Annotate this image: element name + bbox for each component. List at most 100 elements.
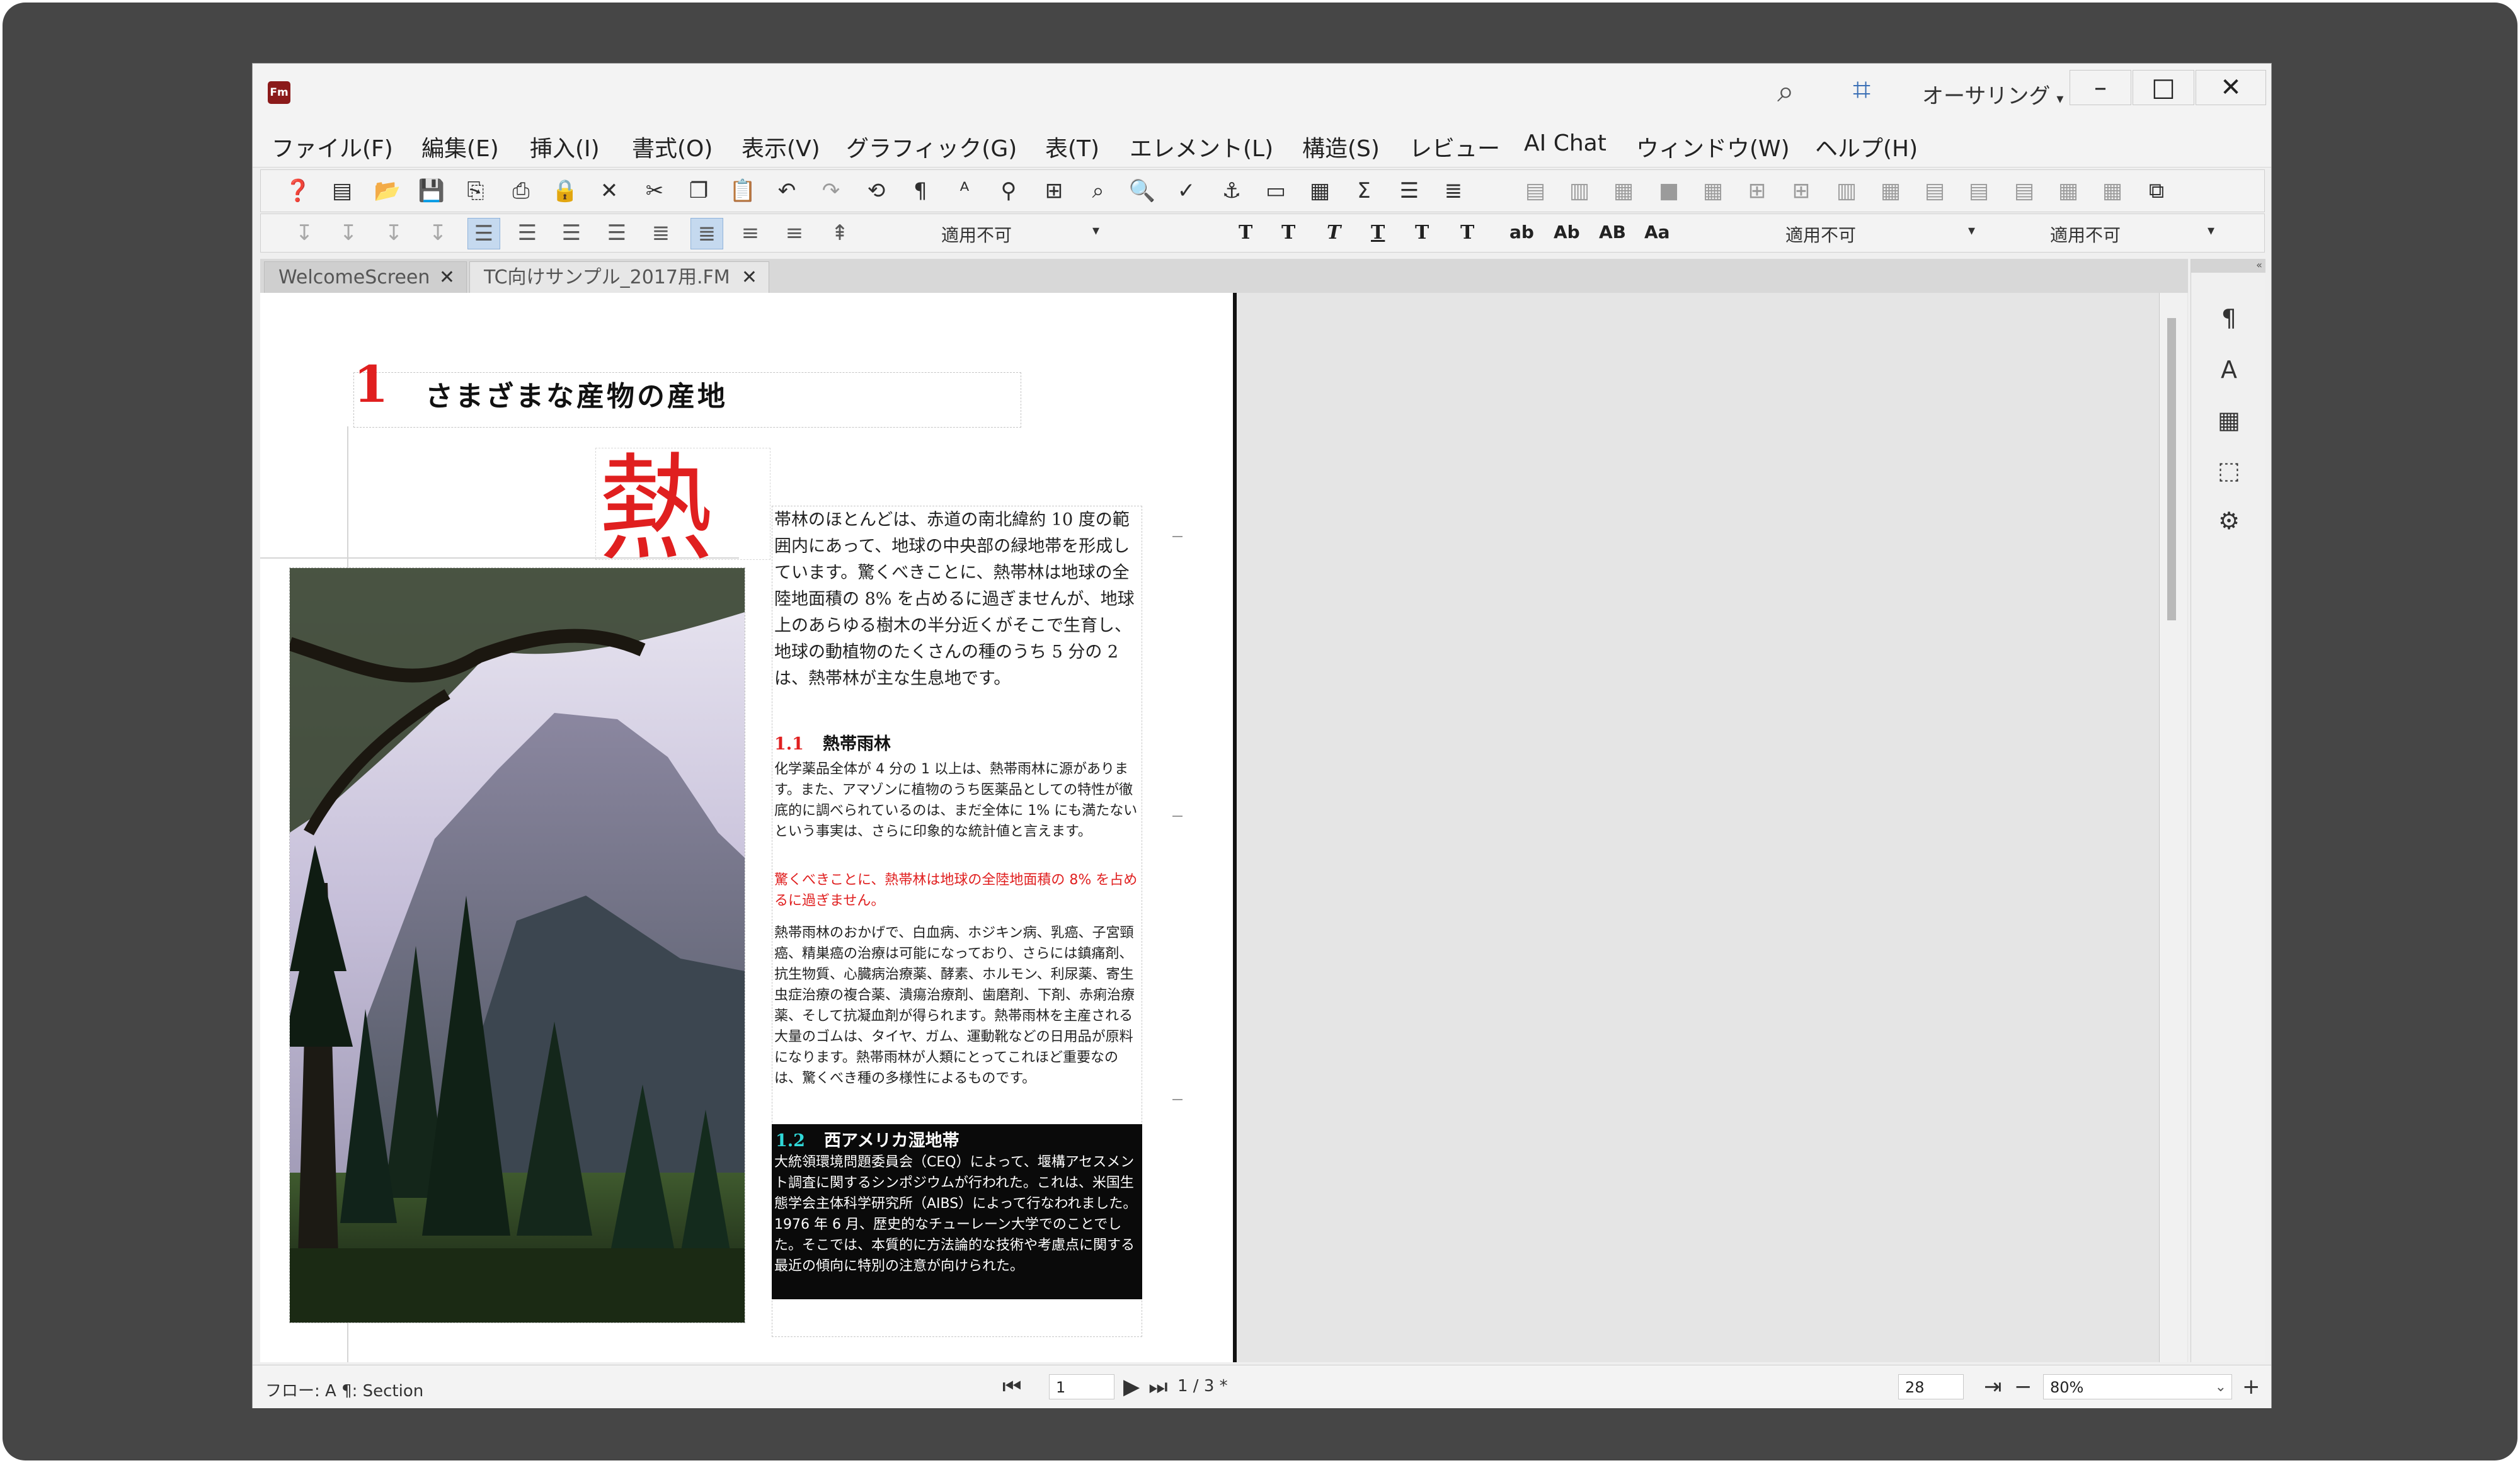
zoom-dropdown[interactable]: 80% ⌄ <box>2043 1374 2232 1399</box>
text-subscript-button[interactable]: T <box>1460 222 1474 244</box>
paragraph-designer-icon[interactable]: ¶ <box>905 175 936 207</box>
character-style-dropdown[interactable]: 適用不可 ▾ <box>1785 222 1993 247</box>
change-case-button[interactable]: Aa <box>1644 222 1670 242</box>
spell-check-icon[interactable]: ✓ <box>1171 175 1202 207</box>
menu-help[interactable]: ヘルプ(H) <box>1815 130 1918 163</box>
variable-icon[interactable]: ☰ <box>1394 175 1425 207</box>
maximize-button[interactable]: □ <box>2133 70 2194 105</box>
line-spacing-2-icon[interactable]: ≣ <box>690 218 723 249</box>
body-paragraph-small[interactable]: 熱帯雨林のおかげで、白血病、ホジキン病、乳癌、子宮頸癌、精巣癌の治療は可能になっ… <box>774 923 1140 1089</box>
help-icon[interactable]: ❓ <box>282 175 314 207</box>
page-number-input[interactable]: 1 <box>1049 1374 1114 1399</box>
save-icon[interactable]: 💾 <box>416 175 447 207</box>
drop-cap[interactable]: 熱 <box>598 452 714 567</box>
space-above-icon[interactable]: ⇞ <box>824 218 856 248</box>
table-fill-icon[interactable]: ■ <box>1653 175 1685 207</box>
repeat-icon[interactable]: ⟲ <box>861 175 892 207</box>
find-replace-icon[interactable]: 🔍 <box>1126 175 1158 207</box>
lowercase-button[interactable]: ab <box>1509 222 1534 242</box>
table-straddle-icon[interactable]: ▦ <box>1875 175 1906 207</box>
indent-down-4-icon[interactable]: ↧ <box>422 218 454 248</box>
text-plain-button[interactable]: T <box>1239 222 1252 244</box>
align-right-icon[interactable]: ☰ <box>556 218 587 248</box>
text-bold-button[interactable]: T <box>1281 222 1295 244</box>
zoom-field[interactable]: 28 <box>1898 1374 1964 1399</box>
print-icon[interactable]: ⎙ <box>505 175 537 207</box>
menu-structure[interactable]: 構造(S) <box>1302 130 1380 163</box>
indent-down-2-icon[interactable]: ↧ <box>333 218 364 248</box>
indent-down-1-icon[interactable]: ↧ <box>289 218 320 248</box>
text-underline-button[interactable]: T <box>1371 222 1385 244</box>
last-page-icon[interactable]: ⏭ <box>1148 1374 1168 1399</box>
document-area[interactable]: 1 さまざまな産物の産地 熱 帯林のほとんどは、赤道の南北緯約 10 度の範囲内… <box>260 293 2188 1362</box>
convert-table-icon[interactable]: ⧉ <box>2141 175 2172 207</box>
paste-icon[interactable]: 📋 <box>727 175 759 207</box>
next-page-icon[interactable]: ▶ <box>1123 1374 1140 1399</box>
fit-page-icon[interactable]: ⇥ <box>1984 1374 2002 1399</box>
zoom-in-icon[interactable]: + <box>2242 1374 2260 1399</box>
line-spacing-1-icon[interactable]: ≣ <box>645 218 677 248</box>
paragraph-style-dropdown[interactable]: 適用不可 ▾ <box>941 222 1124 247</box>
equation-icon[interactable]: Σ <box>1348 175 1380 207</box>
object-style-icon[interactable]: ⬚ <box>2211 452 2247 489</box>
close-button[interactable]: ✕ <box>2196 70 2266 105</box>
zoom-out-icon[interactable]: − <box>2014 1374 2032 1399</box>
tab-welcome-screen[interactable]: WelcomeScreen ✕ <box>264 261 467 293</box>
close-document-icon[interactable]: ✕ <box>593 175 625 207</box>
menu-format[interactable]: 書式(O) <box>632 130 713 163</box>
menu-graphics[interactable]: グラフィック(G) <box>846 130 1017 163</box>
crop-icon[interactable]: ⌗ <box>1853 71 1870 108</box>
menu-ai-chat[interactable]: AI Chat <box>1524 130 1606 156</box>
body-paragraph[interactable]: 帯林のほとんどは、赤道の南北緯約 10 度の範囲内にあって、地球の中央部の緑地帯… <box>774 507 1140 692</box>
menu-table[interactable]: 表(T) <box>1045 130 1099 163</box>
section-heading-1-2[interactable]: 1.2 西アメリカ湿地帯 <box>776 1127 959 1151</box>
table-designer-icon[interactable]: ⊞ <box>1038 175 1070 207</box>
insert-table-icon[interactable]: ▦ <box>1304 175 1336 207</box>
copy-icon[interactable]: ❐ <box>683 175 714 207</box>
table-merge-icon[interactable]: ▦ <box>2053 175 2084 207</box>
text-superscript-button[interactable]: T <box>1415 222 1429 244</box>
close-tab-icon[interactable]: ✕ <box>742 262 757 293</box>
highlight-paragraph[interactable]: 驚くべきことに、熱帯林は地球の全陸地面積の 8% を占めるに過ぎません。 <box>774 870 1140 911</box>
section-heading-1-1[interactable]: 1.1 熱帯雨林 <box>774 730 891 754</box>
numbered-list-icon[interactable]: ≣ <box>1438 175 1469 207</box>
forest-mountain-photo[interactable] <box>289 567 745 1323</box>
document-page[interactable]: 1 さまざまな産物の産地 熱 帯林のほとんどは、赤道の南北緯約 10 度の範囲内… <box>260 293 1237 1362</box>
align-left-icon[interactable]: ☰ <box>467 218 500 249</box>
menu-view[interactable]: 表示(V) <box>742 130 820 163</box>
menu-insert[interactable]: 挿入(I) <box>530 130 600 163</box>
scrollbar-thumb[interactable] <box>2167 318 2176 620</box>
table-split-icon[interactable]: ▦ <box>1697 175 1729 207</box>
table-body-icon[interactable]: ▤ <box>1963 175 1995 207</box>
table-insert-row-icon[interactable]: ⊞ <box>1741 175 1773 207</box>
collapse-panel-icon[interactable]: « <box>2191 259 2265 273</box>
table-header-icon[interactable]: ▤ <box>1919 175 1950 207</box>
search-icon[interactable]: ⌕ <box>1777 74 1794 110</box>
object-properties-icon[interactable]: ⚲ <box>993 175 1024 207</box>
menu-element[interactable]: エレメント(L) <box>1130 130 1273 163</box>
line-spacing-4-icon[interactable]: ≡ <box>779 218 810 248</box>
heading-title[interactable]: さまざまな産物の産地 <box>425 373 728 414</box>
menu-file[interactable]: ファイル(F) <box>272 130 393 163</box>
tab-sample-document[interactable]: TC向けサンプル_2017用.FM ✕ <box>469 261 769 293</box>
indent-down-3-icon[interactable]: ↧ <box>378 218 410 248</box>
table-footer-icon[interactable]: ▤ <box>2008 175 2040 207</box>
text-italic-button[interactable]: T <box>1327 222 1341 244</box>
first-page-icon[interactable]: ⏮ <box>1002 1374 1022 1399</box>
table-add-col-right-icon[interactable]: ▥ <box>1831 175 1862 207</box>
align-center-icon[interactable]: ☰ <box>512 218 543 248</box>
line-spacing-3-icon[interactable]: ≡ <box>735 218 766 248</box>
new-document-icon[interactable]: ▤ <box>326 175 358 207</box>
menu-review[interactable]: レビュー <box>1409 130 1500 163</box>
vertical-scrollbar[interactable] <box>2159 293 2187 1362</box>
character-designer-icon[interactable]: ᴬ <box>949 175 980 207</box>
table-insert-col-icon[interactable]: ⊞ <box>1785 175 1817 207</box>
minimize-button[interactable]: – <box>2070 70 2131 105</box>
lock-icon[interactable]: 🔒 <box>549 175 581 207</box>
justify-icon[interactable]: ☰ <box>601 218 633 248</box>
uppercase-button[interactable]: AB <box>1599 222 1626 242</box>
open-folder-icon[interactable]: 📂 <box>372 175 403 207</box>
inverted-paragraph[interactable]: 大統領環境問題委員会（CEQ）によって、堰構アセスメント調査に関するシンポジウム… <box>774 1152 1138 1277</box>
authoring-mode-dropdown[interactable]: オーサリング ▾ <box>1922 79 2063 110</box>
table-catalog-icon[interactable]: ▦ <box>2211 401 2247 439</box>
